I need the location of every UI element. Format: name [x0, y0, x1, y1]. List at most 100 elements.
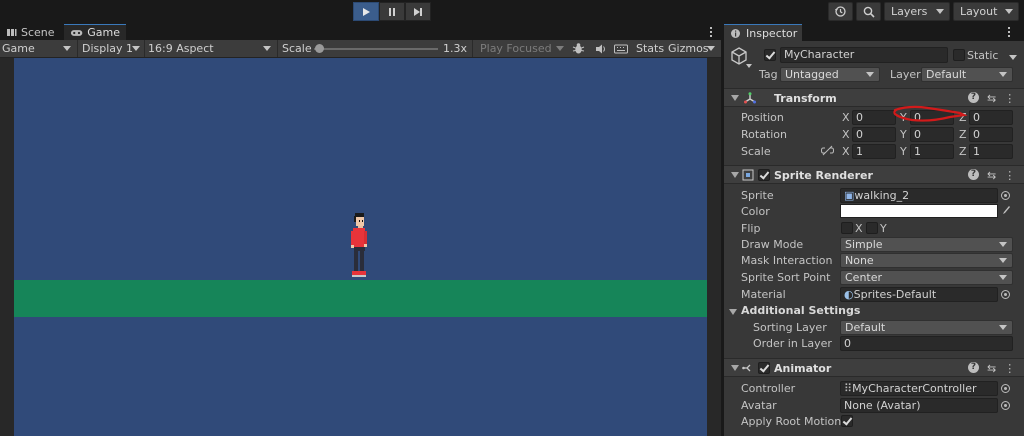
more-icon[interactable]: ⋮ [1004, 362, 1015, 375]
layer-dropdown[interactable]: Default [921, 67, 1013, 82]
play-button[interactable] [353, 2, 379, 21]
game-viewport[interactable] [14, 58, 707, 436]
scale-y-input[interactable]: 1 [910, 144, 954, 159]
gamepad-icon [70, 29, 83, 36]
chevron-down-icon [556, 46, 564, 51]
panel-menu-icon[interactable] [710, 27, 713, 38]
scale-value: 1.3x [443, 42, 468, 55]
pause-button[interactable] [379, 2, 405, 21]
layers-dropdown[interactable]: Layers [884, 2, 950, 21]
tab-label: Inspector [746, 26, 798, 40]
fold-arrow-icon[interactable] [731, 95, 739, 101]
undo-history-button[interactable] [828, 2, 853, 21]
layout-dropdown[interactable]: Layout [953, 2, 1019, 21]
flip-x-checkbox[interactable] [841, 222, 853, 234]
preset-icon[interactable]: ⇆ [987, 92, 996, 105]
keyboard-toggle[interactable] [614, 40, 628, 57]
tab-game[interactable]: Game [64, 24, 126, 40]
position-z-input[interactable]: 0 [969, 110, 1013, 125]
scale-x-input[interactable]: 1 [852, 144, 896, 159]
preset-icon[interactable]: ⇆ [987, 362, 996, 375]
material-field[interactable]: ◐Sprites-Default [840, 287, 998, 302]
animator-title: Animator [774, 362, 832, 375]
constrain-proportions-icon[interactable] [821, 145, 834, 156]
sprite-sort-point-label: Sprite Sort Point [741, 271, 831, 284]
help-icon[interactable]: ? [968, 92, 979, 103]
animator-header[interactable]: Animator ? ⇆ ⋮ [724, 358, 1024, 377]
chevron-down-icon [999, 72, 1007, 77]
stats-button[interactable]: Stats [636, 40, 664, 57]
order-in-layer-input[interactable]: 0 [840, 336, 1013, 351]
gizmos-dropdown[interactable] [707, 40, 715, 57]
controller-field[interactable]: ⠿MyCharacterController [840, 381, 998, 396]
sorting-layer-dropdown[interactable]: Default [840, 320, 1013, 335]
help-icon[interactable]: ? [968, 362, 979, 373]
tag-label: Tag [759, 68, 778, 81]
object-picker-icon[interactable] [1001, 290, 1010, 299]
flip-y-checkbox[interactable] [866, 222, 878, 234]
more-icon[interactable]: ⋮ [1004, 92, 1015, 105]
axis-y-label: Y [900, 145, 907, 158]
static-checkbox[interactable] [953, 49, 965, 61]
game-view-toolbar: Game Display 1 16:9 Aspect Scale 1.3x Pl… [0, 40, 721, 58]
object-picker-icon[interactable] [1001, 384, 1010, 393]
active-checkbox[interactable] [764, 49, 776, 61]
layout-label: Layout [960, 5, 998, 18]
play-focused-dropdown[interactable]: Play Focused [480, 40, 564, 57]
fold-arrow-icon[interactable] [729, 309, 737, 315]
fold-arrow-icon[interactable] [731, 365, 739, 371]
rotation-z-input[interactable]: 0 [969, 127, 1013, 142]
object-picker-icon[interactable] [1001, 401, 1010, 410]
color-swatch[interactable] [840, 204, 998, 218]
search-button[interactable] [856, 2, 881, 21]
audio-toggle[interactable] [595, 40, 607, 57]
apply-root-motion-checkbox[interactable] [841, 415, 853, 427]
icon-dropdown-arrow[interactable] [746, 64, 752, 68]
object-name-input[interactable]: MyCharacter [780, 47, 948, 63]
scale-label: Scale [282, 42, 312, 55]
fold-arrow-icon[interactable] [731, 172, 739, 178]
sprite-renderer-icon [742, 169, 754, 181]
aspect-label: 16:9 Aspect [148, 42, 214, 55]
display-mode-dropdown[interactable]: Game [2, 40, 74, 57]
separator [144, 40, 145, 57]
sprite-renderer-enabled-checkbox[interactable] [758, 169, 770, 181]
animator-enabled-checkbox[interactable] [758, 362, 770, 374]
tab-scene[interactable]: Scene [0, 24, 64, 40]
mute-bug-toggle[interactable] [572, 40, 585, 57]
position-label: Position [741, 111, 784, 124]
more-icon[interactable]: ⋮ [1004, 169, 1015, 182]
tab-inspector[interactable]: Inspector [724, 24, 802, 41]
playmode-controls [353, 2, 431, 21]
scale-slider-track[interactable] [314, 48, 438, 50]
sprite-field[interactable]: ▣walking_2 [840, 188, 998, 203]
scale-slider-thumb[interactable] [315, 44, 325, 53]
gizmos-button[interactable]: Gizmos [668, 40, 709, 57]
draw-mode-value: Simple [845, 238, 883, 251]
search-icon [863, 6, 875, 18]
additional-settings-foldout[interactable]: Additional Settings [741, 304, 860, 317]
avatar-field[interactable]: None (Avatar) [840, 398, 998, 413]
chevron-down-icon [999, 242, 1007, 247]
object-picker-icon[interactable] [1001, 191, 1010, 200]
sorting-layer-value: Default [845, 321, 886, 334]
bug-icon [572, 43, 585, 54]
inspector-menu-icon[interactable] [1008, 27, 1011, 38]
draw-mode-dropdown[interactable]: Simple [840, 237, 1013, 252]
tag-dropdown[interactable]: Untagged [780, 67, 880, 82]
mask-interaction-dropdown[interactable]: None [840, 253, 1013, 268]
transform-header[interactable]: Transform ? ⇆ ⋮ [724, 88, 1024, 107]
static-dropdown[interactable] [1009, 55, 1017, 60]
sprite-sort-point-dropdown[interactable]: Center [840, 270, 1013, 285]
preset-icon[interactable]: ⇆ [987, 169, 996, 182]
eyedropper-icon[interactable] [1001, 205, 1011, 217]
step-button[interactable] [405, 2, 431, 21]
sprite-renderer-header[interactable]: Sprite Renderer ? ⇆ ⋮ [724, 165, 1024, 184]
rotation-y-input[interactable]: 0 [910, 127, 954, 142]
help-icon[interactable]: ? [968, 169, 979, 180]
display-dropdown[interactable]: Display 1 [82, 40, 142, 57]
rotation-x-input[interactable]: 0 [852, 127, 896, 142]
keyboard-icon [614, 44, 628, 53]
scale-z-input[interactable]: 1 [969, 144, 1013, 159]
aspect-dropdown[interactable]: 16:9 Aspect [148, 40, 274, 57]
